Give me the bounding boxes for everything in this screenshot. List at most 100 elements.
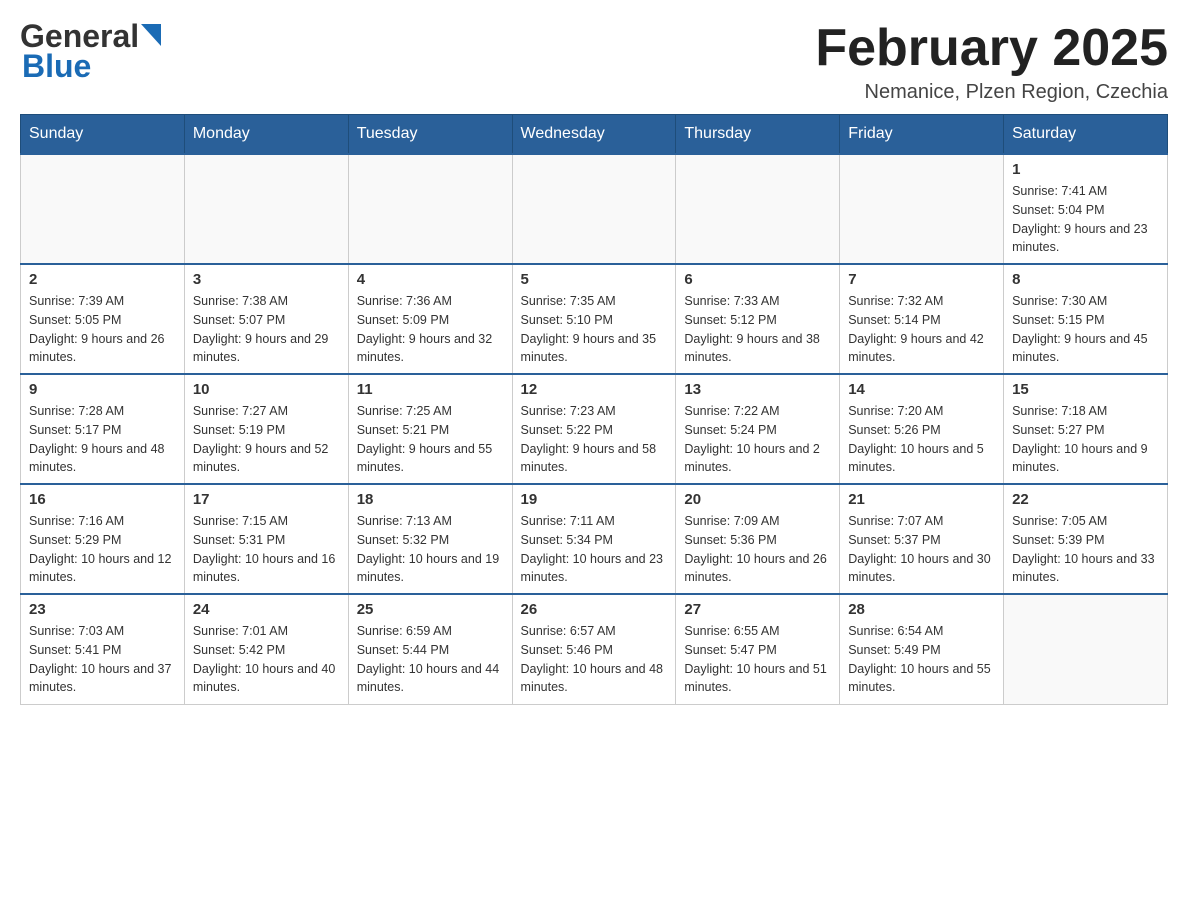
logo-flag-icon [141,24,161,46]
day-number: 3 [193,271,340,288]
day-info: Sunrise: 7:11 AMSunset: 5:34 PMDaylight:… [521,512,668,587]
day-info: Sunrise: 6:54 AMSunset: 5:49 PMDaylight:… [848,622,995,697]
calendar-cell: 19 Sunrise: 7:11 AMSunset: 5:34 PMDaylig… [512,484,676,594]
calendar-cell: 23 Sunrise: 7:03 AMSunset: 5:41 PMDaylig… [21,594,185,704]
day-info: Sunrise: 7:01 AMSunset: 5:42 PMDaylight:… [193,622,340,697]
day-number: 6 [684,271,831,288]
title-area: February 2025 Nemanice, Plzen Region, Cz… [815,20,1168,104]
day-number: 15 [1012,381,1159,398]
calendar-cell: 11 Sunrise: 7:25 AMSunset: 5:21 PMDaylig… [348,374,512,484]
day-number: 23 [29,601,176,618]
day-info: Sunrise: 6:57 AMSunset: 5:46 PMDaylight:… [521,622,668,697]
calendar-cell: 18 Sunrise: 7:13 AMSunset: 5:32 PMDaylig… [348,484,512,594]
calendar-cell: 9 Sunrise: 7:28 AMSunset: 5:17 PMDayligh… [21,374,185,484]
calendar-cell: 8 Sunrise: 7:30 AMSunset: 5:15 PMDayligh… [1004,264,1168,374]
calendar-cell [512,154,676,264]
day-number: 7 [848,271,995,288]
day-number: 13 [684,381,831,398]
calendar-cell: 2 Sunrise: 7:39 AMSunset: 5:05 PMDayligh… [21,264,185,374]
day-number: 9 [29,381,176,398]
calendar-cell: 17 Sunrise: 7:15 AMSunset: 5:31 PMDaylig… [184,484,348,594]
day-info: Sunrise: 7:39 AMSunset: 5:05 PMDaylight:… [29,292,176,367]
calendar-cell: 12 Sunrise: 7:23 AMSunset: 5:22 PMDaylig… [512,374,676,484]
day-number: 26 [521,601,668,618]
calendar-cell [676,154,840,264]
day-number: 27 [684,601,831,618]
calendar-cell: 1 Sunrise: 7:41 AMSunset: 5:04 PMDayligh… [1004,154,1168,264]
header-saturday: Saturday [1004,115,1168,155]
calendar-cell [1004,594,1168,704]
day-info: Sunrise: 7:25 AMSunset: 5:21 PMDaylight:… [357,402,504,477]
day-number: 17 [193,491,340,508]
day-number: 21 [848,491,995,508]
day-info: Sunrise: 7:41 AMSunset: 5:04 PMDaylight:… [1012,182,1159,257]
day-info: Sunrise: 6:59 AMSunset: 5:44 PMDaylight:… [357,622,504,697]
calendar-week-row: 2 Sunrise: 7:39 AMSunset: 5:05 PMDayligh… [21,264,1168,374]
calendar-cell [840,154,1004,264]
day-number: 14 [848,381,995,398]
calendar-cell: 4 Sunrise: 7:36 AMSunset: 5:09 PMDayligh… [348,264,512,374]
day-info: Sunrise: 7:15 AMSunset: 5:31 PMDaylight:… [193,512,340,587]
calendar-cell: 14 Sunrise: 7:20 AMSunset: 5:26 PMDaylig… [840,374,1004,484]
calendar-cell: 26 Sunrise: 6:57 AMSunset: 5:46 PMDaylig… [512,594,676,704]
day-info: Sunrise: 7:07 AMSunset: 5:37 PMDaylight:… [848,512,995,587]
header-tuesday: Tuesday [348,115,512,155]
day-number: 24 [193,601,340,618]
day-number: 5 [521,271,668,288]
header-wednesday: Wednesday [512,115,676,155]
day-number: 1 [1012,161,1159,178]
day-info: Sunrise: 7:28 AMSunset: 5:17 PMDaylight:… [29,402,176,477]
header-monday: Monday [184,115,348,155]
calendar-cell: 5 Sunrise: 7:35 AMSunset: 5:10 PMDayligh… [512,264,676,374]
logo: General Blue [20,20,161,85]
day-number: 28 [848,601,995,618]
day-info: Sunrise: 7:27 AMSunset: 5:19 PMDaylight:… [193,402,340,477]
day-info: Sunrise: 7:03 AMSunset: 5:41 PMDaylight:… [29,622,176,697]
day-info: Sunrise: 7:09 AMSunset: 5:36 PMDaylight:… [684,512,831,587]
day-number: 19 [521,491,668,508]
logo-blue: Blue [22,48,91,84]
calendar-cell: 6 Sunrise: 7:33 AMSunset: 5:12 PMDayligh… [676,264,840,374]
day-info: Sunrise: 7:16 AMSunset: 5:29 PMDaylight:… [29,512,176,587]
day-info: Sunrise: 7:36 AMSunset: 5:09 PMDaylight:… [357,292,504,367]
calendar-week-row: 9 Sunrise: 7:28 AMSunset: 5:17 PMDayligh… [21,374,1168,484]
calendar-cell: 21 Sunrise: 7:07 AMSunset: 5:37 PMDaylig… [840,484,1004,594]
calendar-cell: 25 Sunrise: 6:59 AMSunset: 5:44 PMDaylig… [348,594,512,704]
calendar-cell: 20 Sunrise: 7:09 AMSunset: 5:36 PMDaylig… [676,484,840,594]
day-info: Sunrise: 7:35 AMSunset: 5:10 PMDaylight:… [521,292,668,367]
calendar-cell [348,154,512,264]
day-info: Sunrise: 7:22 AMSunset: 5:24 PMDaylight:… [684,402,831,477]
location-subtitle: Nemanice, Plzen Region, Czechia [815,81,1168,104]
calendar-cell: 27 Sunrise: 6:55 AMSunset: 5:47 PMDaylig… [676,594,840,704]
calendar-cell: 28 Sunrise: 6:54 AMSunset: 5:49 PMDaylig… [840,594,1004,704]
day-number: 10 [193,381,340,398]
day-info: Sunrise: 7:05 AMSunset: 5:39 PMDaylight:… [1012,512,1159,587]
calendar-cell [184,154,348,264]
day-number: 18 [357,491,504,508]
calendar-cell: 13 Sunrise: 7:22 AMSunset: 5:24 PMDaylig… [676,374,840,484]
calendar-cell: 24 Sunrise: 7:01 AMSunset: 5:42 PMDaylig… [184,594,348,704]
calendar-cell: 22 Sunrise: 7:05 AMSunset: 5:39 PMDaylig… [1004,484,1168,594]
day-info: Sunrise: 6:55 AMSunset: 5:47 PMDaylight:… [684,622,831,697]
calendar-cell: 3 Sunrise: 7:38 AMSunset: 5:07 PMDayligh… [184,264,348,374]
header-friday: Friday [840,115,1004,155]
day-info: Sunrise: 7:30 AMSunset: 5:15 PMDaylight:… [1012,292,1159,367]
calendar-header-row: Sunday Monday Tuesday Wednesday Thursday… [21,115,1168,155]
day-number: 4 [357,271,504,288]
calendar-cell: 15 Sunrise: 7:18 AMSunset: 5:27 PMDaylig… [1004,374,1168,484]
header-thursday: Thursday [676,115,840,155]
day-info: Sunrise: 7:32 AMSunset: 5:14 PMDaylight:… [848,292,995,367]
day-info: Sunrise: 7:18 AMSunset: 5:27 PMDaylight:… [1012,402,1159,477]
day-number: 20 [684,491,831,508]
day-number: 22 [1012,491,1159,508]
day-number: 8 [1012,271,1159,288]
day-number: 16 [29,491,176,508]
day-info: Sunrise: 7:20 AMSunset: 5:26 PMDaylight:… [848,402,995,477]
day-number: 11 [357,381,504,398]
day-info: Sunrise: 7:13 AMSunset: 5:32 PMDaylight:… [357,512,504,587]
calendar-week-row: 23 Sunrise: 7:03 AMSunset: 5:41 PMDaylig… [21,594,1168,704]
day-number: 2 [29,271,176,288]
calendar-week-row: 16 Sunrise: 7:16 AMSunset: 5:29 PMDaylig… [21,484,1168,594]
day-info: Sunrise: 7:23 AMSunset: 5:22 PMDaylight:… [521,402,668,477]
day-number: 12 [521,381,668,398]
